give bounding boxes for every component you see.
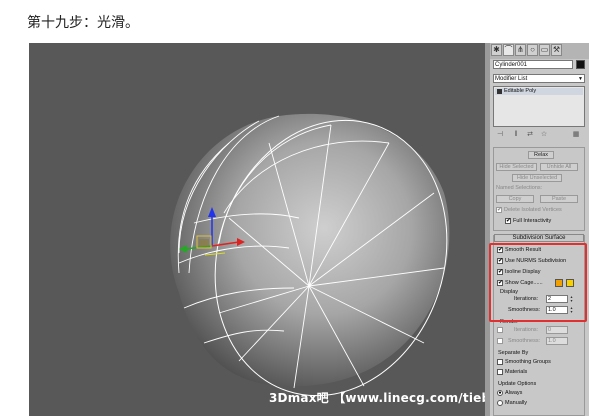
make-unique-icon[interactable]: ⇄ [525, 130, 535, 139]
hide-selected-button[interactable]: Hide Selected [496, 163, 537, 171]
manually-label: Manually [505, 400, 528, 406]
stack-item-editable-poly[interactable]: Editable Poly [495, 88, 583, 95]
use-nurms-checkbox[interactable]: ✔ [497, 258, 503, 264]
modify-tab-icon[interactable]: ⌒ [503, 44, 514, 56]
copy-button[interactable]: Copy [496, 195, 534, 203]
stack-buttons: ⊣ ‖ ⇄ ☆ ▦ [493, 130, 585, 140]
render-group-label: Render [500, 319, 519, 325]
full-interactivity-label: Full Interactivity [513, 218, 552, 224]
remove-modifier-icon[interactable]: ☆ [539, 130, 549, 139]
dropdown-arrow-icon: ▼ [578, 76, 583, 82]
3dsmax-screenshot: 3Dmax吧 【www.linecg.com/tieba/1771】 ✱ ⌒ ⋔… [29, 43, 589, 416]
object-color-swatch[interactable] [576, 60, 585, 69]
render-smoothness-label: Smoothness: [508, 338, 541, 344]
utilities-tab-icon[interactable]: ⚒ [551, 44, 562, 56]
pin-stack-icon[interactable]: ⊣ [495, 130, 505, 139]
use-nurms-label: Use NURMS Subdivision [505, 258, 567, 264]
relax-button[interactable]: Relax [528, 151, 554, 159]
iterations-spinner-arrows-icon[interactable]: ▴ ▾ [569, 295, 574, 303]
stack-item-label: Editable Poly [504, 88, 537, 94]
iterations-spinner[interactable]: 2 [546, 295, 568, 303]
render-smoothness-spinner[interactable]: 1.0 [546, 337, 568, 345]
show-end-result-icon[interactable]: ‖ [511, 130, 521, 139]
modifier-stack: Editable Poly [493, 86, 585, 127]
materials-checkbox[interactable] [497, 369, 503, 375]
hide-unselected-button[interactable]: Hide Unselected [512, 174, 562, 182]
named-selections-label: Named Selections: [496, 185, 543, 191]
modifier-list-label: Modifier List [495, 76, 528, 82]
motion-tab-icon[interactable]: ○ [527, 44, 538, 56]
smoothing-groups-checkbox[interactable] [497, 359, 503, 365]
smoothness-label: Smoothness: [508, 307, 541, 313]
smoothing-groups-label: Smoothing Groups [505, 359, 551, 365]
smooth-result-checkbox[interactable]: ✔ [497, 247, 503, 253]
render-smoothness-checkbox[interactable] [497, 338, 503, 344]
paste-button[interactable]: Paste [540, 195, 578, 203]
update-options-label: Update Options [498, 381, 537, 387]
smoothness-spinner[interactable]: 1.0 [546, 306, 568, 314]
caption: 第十九步：光滑。 [27, 15, 139, 31]
isoline-display-checkbox[interactable]: ✔ [497, 269, 503, 275]
render-iterations-checkbox[interactable] [497, 327, 503, 333]
viewport-scene [170, 113, 450, 397]
show-cage-checkbox[interactable]: ✔ [497, 280, 503, 286]
show-cage-label: Show Cage...... [505, 280, 543, 286]
delete-isolated-label: Delete Isolated Vertices [504, 207, 562, 213]
configure-sets-icon[interactable]: ▦ [571, 130, 581, 139]
object-name-field[interactable]: Cylinder001 [493, 60, 573, 69]
modifier-list-dropdown[interactable]: Modifier List ▼ [493, 74, 585, 83]
unhide-all-button[interactable]: Unhide All [540, 163, 578, 171]
display-group-label: Display [500, 289, 519, 295]
cage-color-swatch-2[interactable] [566, 279, 574, 287]
iterations-label: Iterations: [514, 296, 539, 302]
materials-label: Materials [505, 369, 528, 375]
hierarchy-tab-icon[interactable]: ⋔ [515, 44, 526, 56]
render-iterations-label: Iterations: [514, 327, 539, 333]
command-panel-tabs: ✱ ⌒ ⋔ ○ ▭ ⚒ [490, 43, 589, 59]
expand-icon[interactable] [497, 89, 502, 94]
create-tab-icon[interactable]: ✱ [491, 44, 502, 56]
subdivision-surface-header[interactable]: Subdivision Surface [494, 234, 584, 242]
smooth-result-label: Smooth Result [505, 247, 542, 253]
smoothness-spinner-arrows-icon[interactable]: ▴ ▾ [569, 306, 574, 314]
cage-color-swatch-1[interactable] [555, 279, 563, 287]
full-interactivity-checkbox[interactable]: ✔ [505, 218, 511, 224]
command-panel: ✱ ⌒ ⋔ ○ ▭ ⚒ Cylinder001 Modifier List ▼ … [490, 43, 589, 416]
isoline-display-label: Isoline Display [505, 269, 541, 275]
manually-radio[interactable] [497, 400, 503, 406]
display-tab-icon[interactable]: ▭ [539, 44, 550, 56]
render-iterations-spinner[interactable]: 0 [546, 326, 568, 334]
separate-by-label: Separate By [498, 350, 529, 356]
always-radio[interactable]: ● [497, 390, 503, 396]
always-label: Always [505, 390, 523, 396]
perspective-viewport[interactable]: 3Dmax吧 【www.linecg.com/tieba/1771】 [29, 43, 549, 416]
delete-isolated-checkbox[interactable]: ✔ [496, 207, 502, 213]
smoothed-mesh [170, 113, 450, 387]
